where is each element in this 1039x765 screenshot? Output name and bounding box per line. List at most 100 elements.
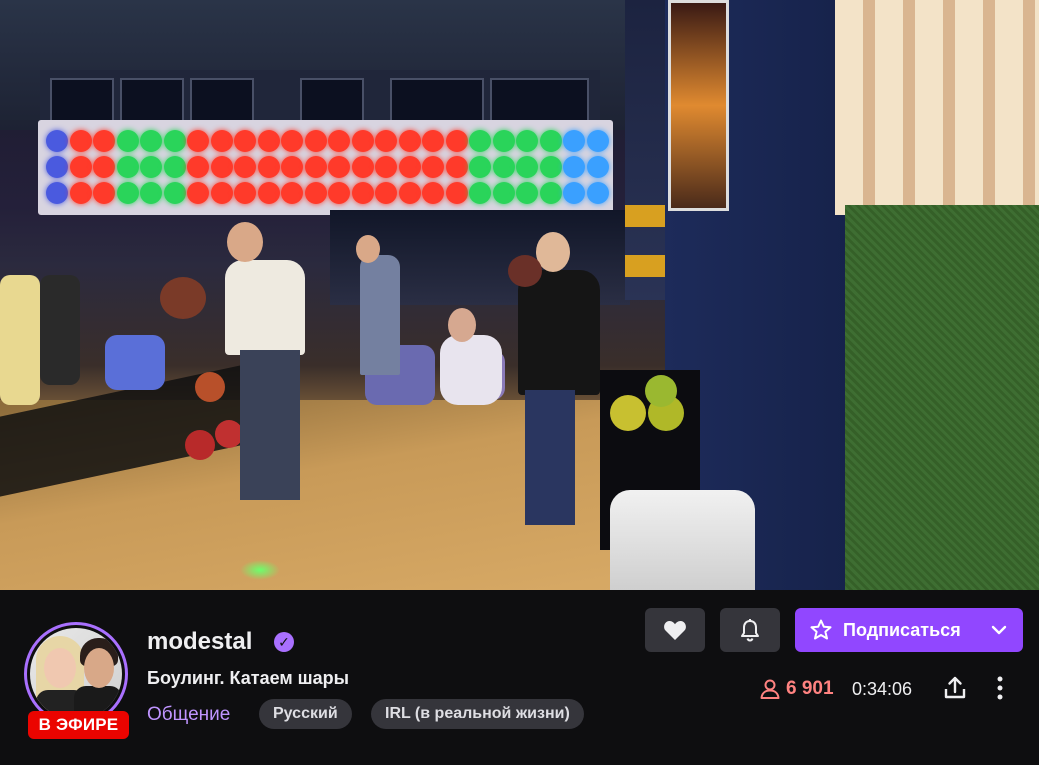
video-led-light <box>328 156 350 178</box>
video-led-light <box>328 182 350 204</box>
video-led-light <box>281 182 303 204</box>
video-ball <box>610 395 646 431</box>
video-ball <box>195 372 225 402</box>
video-person <box>0 275 40 405</box>
video-led-light <box>398 182 421 204</box>
live-badge: В ЭФИРЕ <box>28 711 129 739</box>
channel-name[interactable]: modestal <box>147 628 252 656</box>
video-led-light <box>422 130 444 152</box>
star-icon <box>810 619 832 640</box>
video-led-light <box>281 156 303 178</box>
tag-language[interactable]: Русский <box>259 699 352 729</box>
video-trash-bin <box>610 490 755 590</box>
category-link[interactable]: Общение <box>147 704 230 726</box>
stream-title: Боулинг. Катаем шары <box>147 668 350 688</box>
subscribe-label: Подписаться <box>843 619 961 640</box>
video-person <box>40 275 80 385</box>
video-led-light <box>351 156 374 178</box>
video-led-light <box>351 130 374 152</box>
video-tv-screen <box>668 0 729 211</box>
video-led-light <box>586 156 609 178</box>
video-pillar-stripe <box>625 205 670 227</box>
video-led-light <box>234 182 256 204</box>
share-icon <box>944 676 966 699</box>
tag-irl[interactable]: IRL (в реальной жизни) <box>371 699 584 729</box>
video-led-light <box>93 156 115 178</box>
video-person <box>518 270 600 395</box>
video-led-light <box>210 130 233 152</box>
video-led-light <box>586 130 609 152</box>
video-led-light <box>516 156 538 178</box>
video-led-light <box>492 182 515 204</box>
subscribe-button[interactable]: Подписаться <box>795 608 1023 652</box>
video-led-light <box>422 182 444 204</box>
video-led-light <box>187 182 209 204</box>
viewer-count: 6 901 <box>758 677 834 701</box>
video-led-light <box>116 156 139 178</box>
video-led-light <box>234 156 256 178</box>
video-ball <box>185 430 215 460</box>
video-led-light <box>563 130 585 152</box>
video-led-light <box>116 130 139 152</box>
video-wood-beam <box>835 0 1039 215</box>
video-led-light <box>398 130 421 152</box>
video-led-light <box>445 130 468 152</box>
video-led-light <box>93 130 115 152</box>
avatar-photo <box>84 648 114 688</box>
video-led-light <box>257 130 280 152</box>
video-led-light <box>210 156 233 178</box>
video-pillar-stripe <box>625 255 670 277</box>
video-led-light <box>140 130 162 152</box>
video-led-light <box>351 182 374 204</box>
video-seat <box>105 335 165 390</box>
stream-uptime: 0:34:06 <box>852 679 913 699</box>
video-led-light <box>445 182 468 204</box>
video-player[interactable] <box>0 0 1039 590</box>
video-led-light <box>539 130 562 152</box>
video-led-light <box>445 156 468 178</box>
video-led-light <box>163 130 186 152</box>
video-led-light <box>516 182 538 204</box>
video-person <box>525 390 575 525</box>
video-led-light <box>304 130 327 152</box>
video-led-light <box>304 156 327 178</box>
video-led-light <box>69 130 92 152</box>
video-person-head <box>448 308 476 342</box>
video-ball <box>645 375 677 407</box>
video-person <box>360 255 400 375</box>
video-led-wall <box>38 120 613 215</box>
video-led-light <box>46 130 68 152</box>
video-led-light <box>469 130 491 152</box>
follow-button[interactable] <box>645 608 705 652</box>
video-light-spot <box>240 560 280 580</box>
video-led-light <box>116 182 139 204</box>
video-led-light <box>140 156 162 178</box>
video-led-light <box>539 182 562 204</box>
more-vertical-icon <box>997 676 1003 700</box>
video-led-light <box>257 182 280 204</box>
viewer-icon <box>760 679 780 699</box>
video-grass-wall <box>845 205 1039 590</box>
video-person <box>240 350 300 500</box>
video-led-light <box>516 130 538 152</box>
video-led-light <box>398 156 421 178</box>
chevron-down-icon <box>991 625 1007 635</box>
video-led-light <box>422 156 444 178</box>
video-led-light <box>563 156 585 178</box>
video-led-light <box>281 130 303 152</box>
more-options-button[interactable] <box>984 672 1016 704</box>
bell-icon <box>741 619 759 642</box>
video-led-light <box>234 130 256 152</box>
video-led-light <box>492 130 515 152</box>
share-button[interactable] <box>939 672 971 704</box>
notifications-button[interactable] <box>720 608 780 652</box>
verified-icon: ✓ <box>274 632 294 652</box>
video-led-light <box>210 182 233 204</box>
video-led-light <box>328 130 350 152</box>
avatar[interactable] <box>30 628 122 720</box>
viewer-count-value: 6 901 <box>786 678 834 699</box>
video-ball <box>508 255 542 287</box>
video-led-light <box>187 130 209 152</box>
video-person <box>225 260 305 355</box>
video-led-light <box>469 156 491 178</box>
